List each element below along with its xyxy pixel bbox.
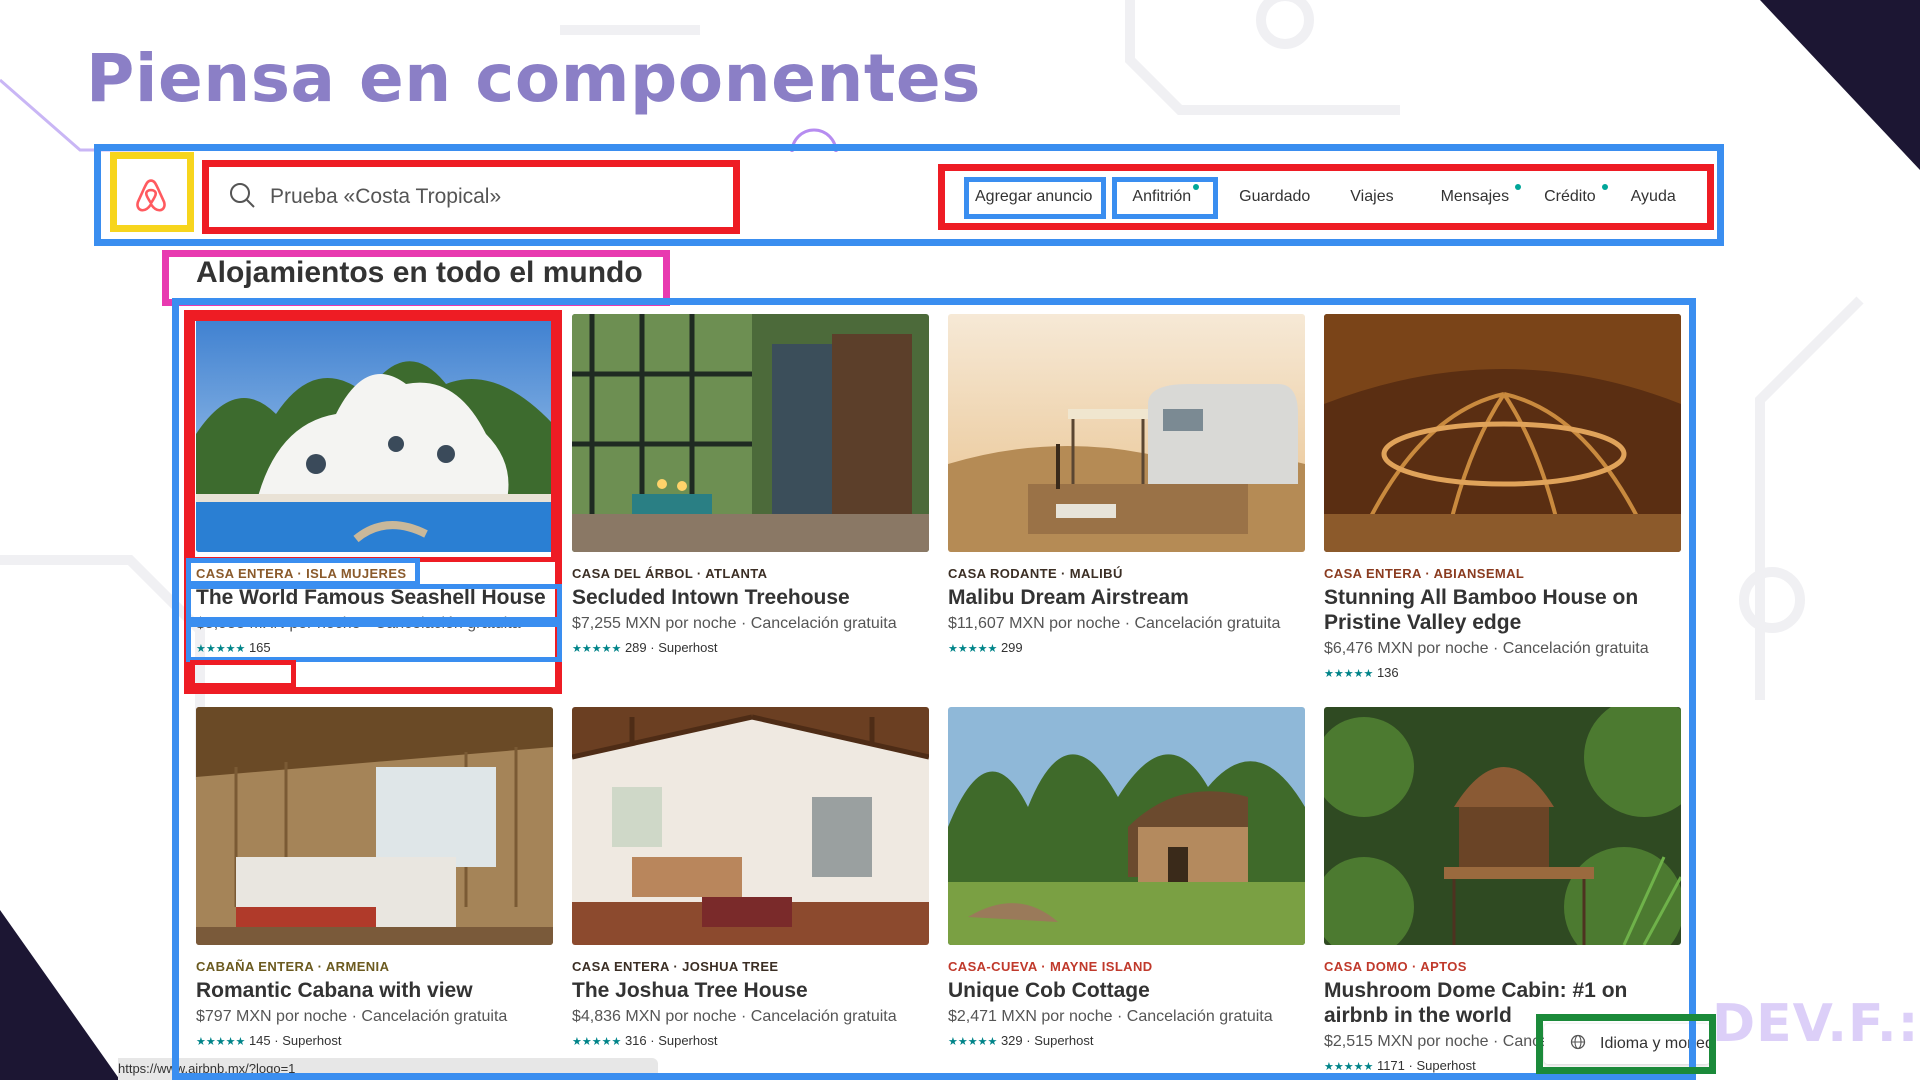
listing-name: Unique Cob Cottage [948,979,1150,1002]
search-bar[interactable] [214,168,728,226]
nav-label: Guardado [1239,188,1311,205]
superhost-label: · Superhost [1022,1033,1094,1048]
listing-name: Secluded Intown Treehouse [572,586,850,609]
listing-name: Romantic Cabana with view [196,979,473,1002]
listing-kicker: CABAÑA ENTERA · ARMENIA [196,959,390,974]
superhost-label: · Superhost [270,1033,342,1048]
nav-label: Viajes [1350,188,1394,205]
listing-photo[interactable] [1324,314,1681,552]
listing-name: Mushroom Dome Cabin: #1 on airbnb in the… [1324,979,1628,1027]
nav-anfitrion[interactable]: Anfitrión [1122,184,1201,206]
listing-price: $6,476 MXN por noche · Cancelación gratu… [1324,640,1649,657]
nav-ayuda[interactable]: Ayuda [1621,188,1686,206]
listing-price: $4,836 MXN por noche · Cancelación gratu… [572,1008,897,1025]
language-label: Idioma y moneda [1600,1035,1710,1052]
listing-price: $797 MXN por noche · Cancelación gratuit… [196,1008,508,1025]
listing-rating: ★★★★★ 289 · Superhost [572,640,929,655]
corner-decoration [1760,0,1920,170]
notification-dot [1193,184,1200,190]
rating-stars: ★★★★★ [1324,1061,1374,1073]
listing-card[interactable]: CASA ENTERA · ISLA MUJERES The World Fam… [196,314,553,655]
nav-label: Agregar anuncio [975,188,1093,205]
listing-card[interactable]: CASA DOMO · APTOS Mushroom Dome Cabin: #… [1324,707,1681,1073]
listing-kicker: CASA DOMO · APTOS [1324,959,1467,974]
review-count: 329 [1000,1033,1023,1048]
listing-rating: ★★★★★ 316 · Superhost [572,1033,929,1048]
nav-viajes[interactable]: Viajes [1340,188,1403,206]
rating-stars: ★★★★★ [196,643,246,655]
rating-stars: ★★★★★ [572,1036,622,1048]
listing-photo[interactable] [196,707,553,945]
browser-status-bar: https://www.airbnb.mx/?logo=1 [118,1058,658,1080]
listing-kicker: CASA DEL ÁRBOL · ATLANTA [572,566,768,581]
nav-label: Crédito [1544,188,1596,205]
language-currency-button[interactable]: Idioma y moneda [1544,1024,1710,1064]
listing-photo[interactable] [572,707,929,945]
top-nav: Agregar anuncio Anfitrión Guardado Viaje… [950,174,1686,220]
listing-kicker: CASA-CUEVA · MAYNE ISLAND [948,959,1153,974]
superhost-label: · Superhost [1404,1058,1476,1073]
rating-stars: ★★★★★ [948,643,998,655]
nav-agregar-anuncio[interactable]: Agregar anuncio [971,188,1096,206]
listing-photo[interactable] [1324,707,1681,945]
listing-card[interactable]: CABAÑA ENTERA · ARMENIA Romantic Cabana … [196,707,553,1048]
superhost-label: · Superhost [646,1033,718,1048]
airbnb-logo-icon[interactable] [126,166,176,226]
review-count: 165 [248,640,271,655]
notification-dot [1515,184,1522,190]
listing-card[interactable]: CASA RODANTE · MALIBÚ Malibu Dream Airst… [948,314,1305,655]
listing-name: The World Famous Seashell House ~Casa Ca… [196,586,546,609]
listing-name: Malibu Dream Airstream [948,586,1189,609]
nav-guardado[interactable]: Guardado [1229,188,1320,206]
review-count: 136 [1376,665,1399,680]
nav-label: Anfitrión [1132,188,1192,205]
corner-decoration [0,910,120,1080]
listing-name: Stunning All Bamboo House on Pristine Va… [1324,586,1639,634]
rating-stars: ★★★★★ [572,643,622,655]
search-input[interactable] [270,185,690,209]
review-count: 289 [624,640,647,655]
listings-grid: CASA ENTERA · ISLA MUJERES The World Fam… [196,314,1682,1074]
globe-icon [1570,1034,1586,1055]
listing-name: The Joshua Tree House [572,979,808,1002]
listing-card[interactable]: CASA DEL ÁRBOL · ATLANTA Secluded Intown… [572,314,929,655]
listing-kicker: CASA ENTERA · JOSHUA TREE [572,959,779,974]
nav-mensajes[interactable]: Mensajes [1431,184,1522,206]
nav-label: Ayuda [1630,188,1676,205]
listing-card[interactable]: CASA-CUEVA · MAYNE ISLAND Unique Cob Cot… [948,707,1305,1048]
listing-kicker: CASA ENTERA · ABIANSEMAL [1324,566,1525,581]
listing-kicker: CASA RODANTE · MALIBÚ [948,566,1123,581]
section-title: Alojamientos en todo el mundo [196,256,643,289]
listing-price: $5,958 MXN por noche · Cancelación gratu… [196,615,521,632]
search-icon [214,181,256,214]
listing-card[interactable]: CASA ENTERA · ABIANSEMAL Stunning All Ba… [1324,314,1681,680]
review-count: 145 [248,1033,271,1048]
review-count: 1171 [1376,1058,1405,1073]
listing-rating: ★★★★★ 299 [948,640,1305,655]
listing-photo[interactable] [948,707,1305,945]
listing-rating: ★★★★★ 145 · Superhost [196,1033,553,1048]
listing-photo[interactable] [196,314,553,552]
rating-stars: ★★★★★ [1324,668,1374,680]
listing-rating: ★★★★★ 329 · Superhost [948,1033,1305,1048]
superhost-label: · Superhost [646,640,718,655]
listing-price: $11,607 MXN por noche · Cancelación grat… [948,615,1281,632]
rating-stars: ★★★★★ [196,1036,246,1048]
listing-rating: ★★★★★ 165 [196,640,553,655]
listing-photo[interactable] [572,314,929,552]
listing-card[interactable]: CASA ENTERA · JOSHUA TREE The Joshua Tre… [572,707,929,1048]
review-count: 316 [624,1033,647,1048]
rating-stars: ★★★★★ [948,1036,998,1048]
review-count: 299 [1000,640,1023,655]
listing-price: $7,255 MXN por noche · Cancelación gratu… [572,615,897,632]
notification-dot [1601,184,1608,190]
listing-kicker: CASA ENTERA · ISLA MUJERES [196,566,407,581]
listing-rating: ★★★★★ 136 [1324,665,1681,680]
devf-brand: DEV.F.: [1712,994,1920,1054]
listing-price: $2,471 MXN por noche · Cancelación gratu… [948,1008,1273,1025]
nav-label: Mensajes [1440,188,1510,205]
nav-credito[interactable]: Crédito [1534,184,1608,206]
slide-title: Piensa en componentes [86,40,981,117]
listing-photo[interactable] [948,314,1305,552]
